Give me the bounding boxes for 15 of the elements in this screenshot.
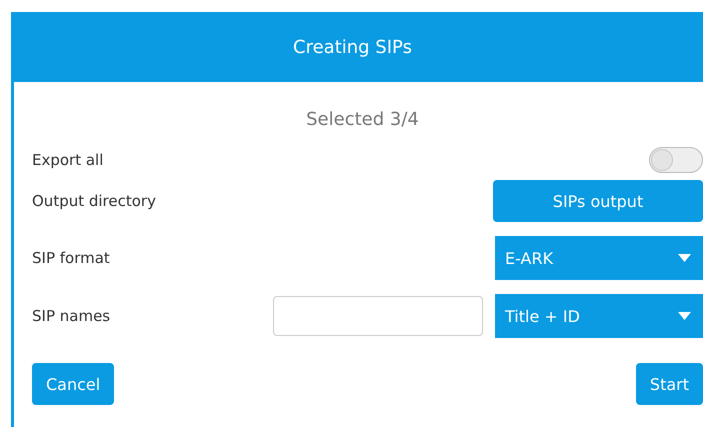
start-button[interactable]: Start bbox=[636, 363, 703, 405]
toggle-switch[interactable] bbox=[649, 147, 703, 173]
output-button[interactable]: SIPs output bbox=[493, 180, 703, 222]
caret-icon bbox=[678, 254, 691, 262]
field-label: SIP names bbox=[32, 307, 110, 325]
dialog-title: Creating SIPs bbox=[293, 36, 412, 58]
cancel-button[interactable]: Cancel bbox=[32, 363, 114, 405]
dropdown[interactable]: E-ARK bbox=[495, 236, 703, 280]
dropdown[interactable]: Title + ID bbox=[495, 294, 703, 338]
field-label: SIP format bbox=[32, 249, 110, 267]
field-label: Export all bbox=[32, 151, 104, 169]
selection-count: Selected 3/4 bbox=[305, 109, 420, 130]
input-field[interactable] bbox=[273, 296, 483, 336]
caret-icon bbox=[678, 312, 691, 320]
field-label: Output directory bbox=[32, 192, 156, 210]
